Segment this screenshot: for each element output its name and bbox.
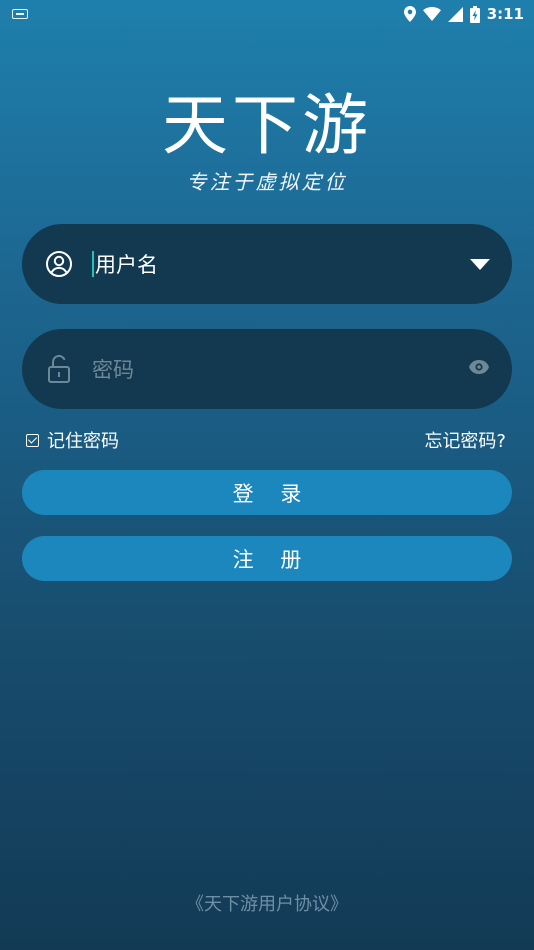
status-time: 3:11: [486, 5, 524, 23]
username-input[interactable]: 用户名: [95, 249, 158, 279]
password-field[interactable]: 密码: [22, 329, 512, 409]
eye-icon[interactable]: [468, 359, 490, 379]
remember-password-checkbox[interactable]: 记住密码: [26, 427, 119, 453]
app-slogan: 专注于虚拟定位: [186, 170, 348, 194]
battery-charging-icon: [469, 5, 480, 23]
register-button[interactable]: 注 册: [22, 536, 512, 581]
checkbox-icon[interactable]: [26, 433, 39, 447]
remember-password-label[interactable]: 记住密码: [47, 427, 119, 453]
chevron-down-icon[interactable]: [470, 258, 490, 270]
username-field[interactable]: 用户名: [22, 224, 512, 304]
status-bar: 3:11: [0, 0, 534, 28]
forgot-password-link[interactable]: 忘记密码?: [424, 427, 506, 453]
password-input[interactable]: 密码: [92, 354, 134, 384]
login-button[interactable]: 登 录: [22, 470, 512, 515]
app-title: 天下游: [162, 87, 372, 164]
user-agreement-link[interactable]: 《天下游用户协议》: [0, 890, 534, 916]
user-icon: [44, 249, 74, 279]
signal-icon: [447, 6, 463, 22]
location-icon: [403, 6, 416, 22]
text-cursor: [92, 251, 94, 277]
wifi-icon: [422, 7, 441, 21]
keyboard-icon: [12, 9, 28, 19]
form-options: 记住密码 忘记密码?: [26, 426, 506, 454]
unlock-icon: [44, 354, 74, 384]
